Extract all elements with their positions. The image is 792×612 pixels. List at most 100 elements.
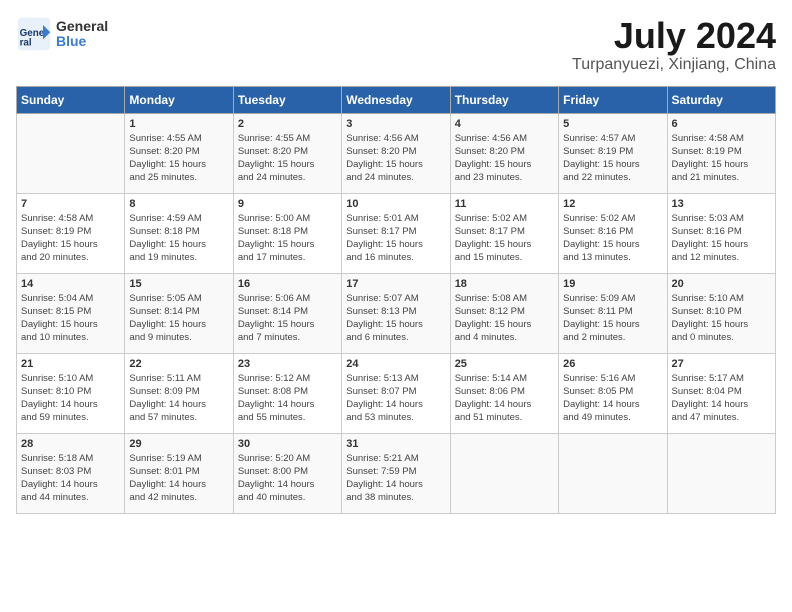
calendar-header-sunday: Sunday	[17, 86, 125, 113]
calendar-header-friday: Friday	[559, 86, 667, 113]
cell-content: Sunrise: 5:12 AM Sunset: 8:08 PM Dayligh…	[238, 372, 337, 425]
day-number: 3	[346, 118, 445, 130]
cell-content: Sunrise: 5:08 AM Sunset: 8:12 PM Dayligh…	[455, 292, 554, 345]
calendar-cell: 25 Sunrise: 5:14 AM Sunset: 8:06 PM Dayli…	[450, 353, 558, 433]
calendar-cell: 17 Sunrise: 5:07 AM Sunset: 8:13 PM Dayli…	[342, 273, 450, 353]
logo-icon: Gene- ral	[16, 16, 52, 52]
calendar-cell: 4Sunrise: 4:56 AM Sunset: 8:20 PM Daylig…	[450, 113, 558, 193]
calendar-cell: 23 Sunrise: 5:12 AM Sunset: 8:08 PM Dayli…	[233, 353, 341, 433]
calendar-header-wednesday: Wednesday	[342, 86, 450, 113]
calendar-cell: 3Sunrise: 4:56 AM Sunset: 8:20 PM Daylig…	[342, 113, 450, 193]
calendar-table: SundayMondayTuesdayWednesdayThursdayFrid…	[16, 86, 776, 514]
cell-content: Sunrise: 4:58 AM Sunset: 8:19 PM Dayligh…	[21, 212, 120, 265]
calendar-cell: 18Sunrise: 5:08 AM Sunset: 8:12 PM Dayli…	[450, 273, 558, 353]
calendar-week-3: 14 Sunrise: 5:04 AM Sunset: 8:15 PM Dayli…	[17, 273, 776, 353]
calendar-cell: 2 Sunrise: 4:55 AM Sunset: 8:20 PM Daylig…	[233, 113, 341, 193]
cell-content: Sunrise: 5:21 AM Sunset: 7:59 PM Dayligh…	[346, 452, 445, 505]
logo-line1: General	[56, 19, 108, 34]
calendar-cell	[667, 433, 775, 513]
calendar-cell: 21 Sunrise: 5:10 AM Sunset: 8:10 PM Dayli…	[17, 353, 125, 433]
calendar-cell	[559, 433, 667, 513]
day-number: 22	[129, 358, 228, 370]
calendar-cell: 20 Sunrise: 5:10 AM Sunset: 8:10 PM Dayli…	[667, 273, 775, 353]
day-number: 30	[238, 438, 337, 450]
calendar-cell: 9 Sunrise: 5:00 AM Sunset: 8:18 PM Daylig…	[233, 193, 341, 273]
calendar-cell: 28Sunrise: 5:18 AM Sunset: 8:03 PM Dayli…	[17, 433, 125, 513]
day-number: 9	[238, 198, 337, 210]
day-number: 31	[346, 438, 445, 450]
day-number: 5	[563, 118, 662, 130]
page-title: July 2024	[572, 16, 776, 56]
day-number: 8	[129, 198, 228, 210]
day-number: 20	[672, 278, 771, 290]
calendar-header-saturday: Saturday	[667, 86, 775, 113]
day-number: 27	[672, 358, 771, 370]
logo-line2: Blue	[56, 34, 108, 49]
cell-content: Sunrise: 4:55 AM Sunset: 8:20 PM Dayligh…	[129, 132, 228, 185]
day-number: 6	[672, 118, 771, 130]
cell-content: Sunrise: 5:13 AM Sunset: 8:07 PM Dayligh…	[346, 372, 445, 425]
calendar-cell: 7 Sunrise: 4:58 AM Sunset: 8:19 PM Daylig…	[17, 193, 125, 273]
logo: Gene- ral General Blue	[16, 16, 108, 52]
calendar-week-1: 1 Sunrise: 4:55 AM Sunset: 8:20 PM Daylig…	[17, 113, 776, 193]
day-number: 16	[238, 278, 337, 290]
calendar-body: 1 Sunrise: 4:55 AM Sunset: 8:20 PM Daylig…	[17, 113, 776, 513]
cell-content: Sunrise: 5:07 AM Sunset: 8:13 PM Dayligh…	[346, 292, 445, 345]
calendar-cell: 22 Sunrise: 5:11 AM Sunset: 8:09 PM Dayli…	[125, 353, 233, 433]
day-number: 23	[238, 358, 337, 370]
day-number: 26	[563, 358, 662, 370]
cell-content: Sunrise: 5:11 AM Sunset: 8:09 PM Dayligh…	[129, 372, 228, 425]
calendar-cell	[17, 113, 125, 193]
cell-content: Sunrise: 5:09 AM Sunset: 8:11 PM Dayligh…	[563, 292, 662, 345]
cell-content: Sunrise: 5:19 AM Sunset: 8:01 PM Dayligh…	[129, 452, 228, 505]
cell-content: Sunrise: 5:02 AM Sunset: 8:16 PM Dayligh…	[563, 212, 662, 265]
calendar-week-4: 21 Sunrise: 5:10 AM Sunset: 8:10 PM Dayli…	[17, 353, 776, 433]
day-number: 25	[455, 358, 554, 370]
cell-content: Sunrise: 5:03 AM Sunset: 8:16 PM Dayligh…	[672, 212, 771, 265]
cell-content: Sunrise: 5:14 AM Sunset: 8:06 PM Dayligh…	[455, 372, 554, 425]
cell-content: Sunrise: 4:55 AM Sunset: 8:20 PM Dayligh…	[238, 132, 337, 185]
day-number: 2	[238, 118, 337, 130]
cell-content: Sunrise: 4:58 AM Sunset: 8:19 PM Dayligh…	[672, 132, 771, 185]
cell-content: Sunrise: 5:10 AM Sunset: 8:10 PM Dayligh…	[672, 292, 771, 345]
calendar-cell: 11Sunrise: 5:02 AM Sunset: 8:17 PM Dayli…	[450, 193, 558, 273]
calendar-cell: 31 Sunrise: 5:21 AM Sunset: 7:59 PM Dayli…	[342, 433, 450, 513]
svg-text:ral: ral	[20, 38, 32, 49]
day-number: 12	[563, 198, 662, 210]
calendar-header-thursday: Thursday	[450, 86, 558, 113]
cell-content: Sunrise: 4:56 AM Sunset: 8:20 PM Dayligh…	[455, 132, 554, 185]
day-number: 24	[346, 358, 445, 370]
title-block: July 2024 Turpanyuezi, Xinjiang, China	[572, 16, 776, 74]
day-number: 29	[129, 438, 228, 450]
cell-content: Sunrise: 5:20 AM Sunset: 8:00 PM Dayligh…	[238, 452, 337, 505]
calendar-cell: 5 Sunrise: 4:57 AM Sunset: 8:19 PM Daylig…	[559, 113, 667, 193]
cell-content: Sunrise: 4:59 AM Sunset: 8:18 PM Dayligh…	[129, 212, 228, 265]
day-number: 17	[346, 278, 445, 290]
day-number: 14	[21, 278, 120, 290]
calendar-header-row: SundayMondayTuesdayWednesdayThursdayFrid…	[17, 86, 776, 113]
day-number: 1	[129, 118, 228, 130]
calendar-cell: 29 Sunrise: 5:19 AM Sunset: 8:01 PM Dayli…	[125, 433, 233, 513]
day-number: 7	[21, 198, 120, 210]
day-number: 21	[21, 358, 120, 370]
calendar-cell: 10Sunrise: 5:01 AM Sunset: 8:17 PM Dayli…	[342, 193, 450, 273]
calendar-cell: 1 Sunrise: 4:55 AM Sunset: 8:20 PM Daylig…	[125, 113, 233, 193]
cell-content: Sunrise: 5:04 AM Sunset: 8:15 PM Dayligh…	[21, 292, 120, 345]
calendar-cell: 27Sunrise: 5:17 AM Sunset: 8:04 PM Dayli…	[667, 353, 775, 433]
cell-content: Sunrise: 4:57 AM Sunset: 8:19 PM Dayligh…	[563, 132, 662, 185]
cell-content: Sunrise: 5:00 AM Sunset: 8:18 PM Dayligh…	[238, 212, 337, 265]
cell-content: Sunrise: 5:01 AM Sunset: 8:17 PM Dayligh…	[346, 212, 445, 265]
calendar-cell: 15Sunrise: 5:05 AM Sunset: 8:14 PM Dayli…	[125, 273, 233, 353]
calendar-week-2: 7 Sunrise: 4:58 AM Sunset: 8:19 PM Daylig…	[17, 193, 776, 273]
calendar-cell: 13Sunrise: 5:03 AM Sunset: 8:16 PM Dayli…	[667, 193, 775, 273]
cell-content: Sunrise: 5:10 AM Sunset: 8:10 PM Dayligh…	[21, 372, 120, 425]
calendar-cell: 16Sunrise: 5:06 AM Sunset: 8:14 PM Dayli…	[233, 273, 341, 353]
calendar-cell: 30 Sunrise: 5:20 AM Sunset: 8:00 PM Dayli…	[233, 433, 341, 513]
calendar-cell: 6 Sunrise: 4:58 AM Sunset: 8:19 PM Daylig…	[667, 113, 775, 193]
calendar-cell: 12 Sunrise: 5:02 AM Sunset: 8:16 PM Dayli…	[559, 193, 667, 273]
cell-content: Sunrise: 5:05 AM Sunset: 8:14 PM Dayligh…	[129, 292, 228, 345]
day-number: 19	[563, 278, 662, 290]
calendar-cell: 19 Sunrise: 5:09 AM Sunset: 8:11 PM Dayli…	[559, 273, 667, 353]
day-number: 28	[21, 438, 120, 450]
page-subtitle: Turpanyuezi, Xinjiang, China	[572, 56, 776, 74]
